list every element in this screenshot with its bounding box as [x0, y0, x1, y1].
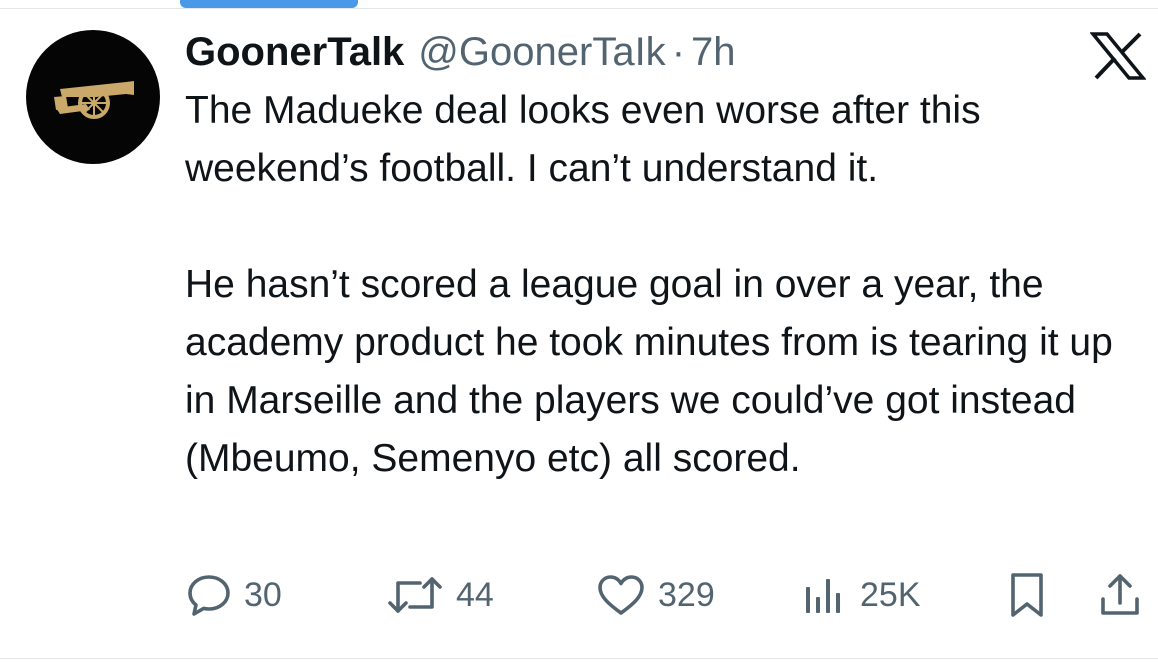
- heart-icon: [598, 575, 644, 615]
- separator-dot: ·: [671, 30, 686, 74]
- reply-count: 30: [244, 575, 282, 614]
- views-button[interactable]: 25K: [802, 568, 921, 622]
- bookmark-button[interactable]: [1006, 568, 1048, 622]
- display-name[interactable]: GoonerTalk: [185, 26, 404, 78]
- tweet-header: GoonerTalk @GoonerTaIk · 7h: [185, 26, 736, 78]
- user-handle[interactable]: @GoonerTaIk: [418, 26, 665, 78]
- bar-chart-icon: [806, 579, 840, 613]
- reply-button[interactable]: 30: [186, 568, 282, 622]
- cannon-logo: [54, 81, 134, 119]
- tweet-text: The Madueke deal looks even worse after …: [185, 82, 1145, 488]
- action-bar: 30 44 329 25K: [186, 568, 1146, 622]
- bottom-divider: [0, 658, 1158, 659]
- like-count: 329: [658, 575, 715, 614]
- bookmark-icon: [1011, 573, 1043, 617]
- timestamp[interactable]: 7h: [691, 26, 736, 78]
- share-icon: [1101, 574, 1139, 615]
- share-button[interactable]: [1098, 568, 1142, 622]
- tweet-paragraph: He hasn’t scored a league goal in over a…: [185, 263, 1113, 480]
- tweet-paragraph: The Madueke deal looks even worse after …: [185, 89, 981, 190]
- views-count: 25K: [860, 575, 921, 614]
- speech-bubble-icon: [188, 575, 230, 616]
- x-logo-icon[interactable]: [1089, 32, 1147, 80]
- avatar[interactable]: [26, 30, 160, 164]
- repost-count: 44: [456, 575, 494, 614]
- tweet-screenshot: GoonerTalk @GoonerTaIk · 7h The Madueke …: [0, 0, 1158, 663]
- repost-button[interactable]: 44: [386, 568, 494, 622]
- like-button[interactable]: 329: [596, 568, 715, 622]
- repost-arrows-icon: [388, 577, 442, 613]
- scroll-indicator: [180, 0, 358, 8]
- top-divider: [0, 8, 1158, 9]
